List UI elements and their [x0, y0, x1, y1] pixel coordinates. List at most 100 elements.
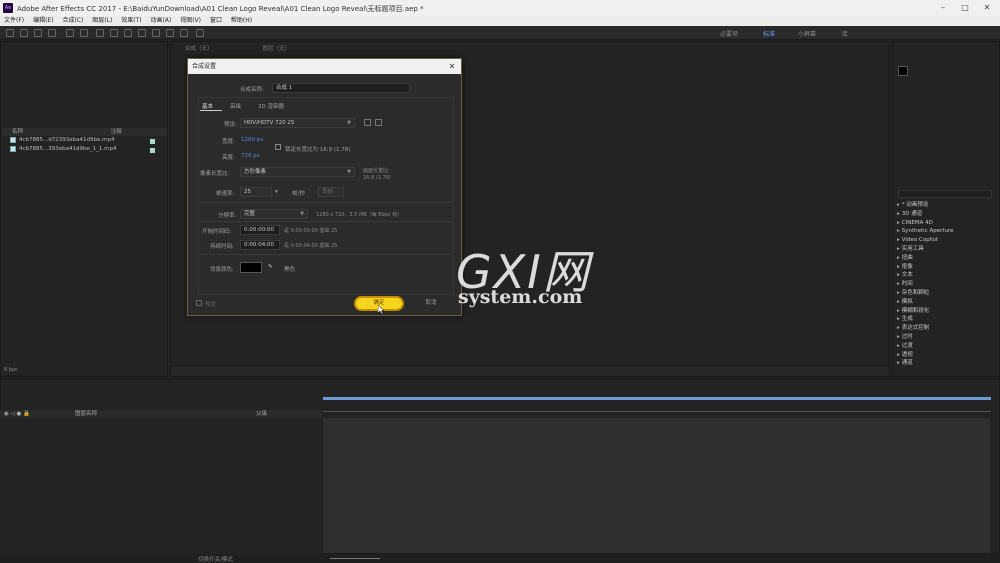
menu-bar: 文件(F) 编辑(E) 合成(C) 图层(L) 效果(T) 动画(A) 视图(V…	[0, 16, 1000, 26]
cancel-button[interactable]: 取消	[414, 298, 448, 309]
delete-preset-icon[interactable]	[375, 119, 382, 126]
fps-menu-chevron[interactable]: ▾	[275, 189, 278, 195]
menu-edit[interactable]: 编辑(E)	[33, 16, 53, 26]
column-layer-name[interactable]: 图层名称	[75, 410, 97, 418]
effect-category[interactable]: ▸ 扭曲	[893, 254, 999, 263]
fps-dropdown[interactable]: 25	[240, 187, 272, 197]
selection-tool-icon[interactable]	[20, 29, 28, 37]
type-tool-icon[interactable]	[138, 29, 146, 37]
effect-category[interactable]: ▸ 抠像	[893, 263, 999, 272]
work-area-bar[interactable]	[323, 397, 991, 400]
maximize-icon[interactable]: □	[957, 2, 973, 14]
resolution-info: 1280 x 720，3.5 MB（每 8bpc 帧）	[316, 212, 403, 218]
effect-category[interactable]: ▸ 透视	[893, 351, 999, 360]
rotate-tool-icon[interactable]	[66, 29, 74, 37]
close-icon[interactable]: ✕	[979, 2, 995, 14]
workspace-small-screen[interactable]: 小屏幕	[798, 29, 816, 38]
effect-category[interactable]: ▸ Synthetic Aperture	[893, 227, 999, 236]
tab-basic[interactable]: 基本	[202, 102, 213, 110]
eyedropper-icon[interactable]: ✎	[268, 264, 273, 270]
width-value[interactable]: 1280 px	[241, 137, 264, 143]
time-ruler[interactable]	[323, 407, 991, 412]
height-value[interactable]: 720 px	[241, 153, 260, 159]
menu-composition[interactable]: 合成(C)	[62, 16, 83, 26]
pan-behind-tool-icon[interactable]	[96, 29, 104, 37]
effect-category[interactable]: ▸ 过渡	[893, 342, 999, 351]
lock-aspect-checkbox[interactable]	[275, 144, 281, 150]
workspace-essentials[interactable]: 必要项	[720, 29, 738, 38]
zoom-tool-icon[interactable]	[48, 29, 56, 37]
clone-tool-icon[interactable]	[166, 29, 174, 37]
project-bpc-label[interactable]: 8 bpc	[4, 367, 18, 373]
zoom-slider[interactable]	[330, 558, 380, 559]
label-color-swatch[interactable]	[150, 148, 155, 153]
resolution-dropdown[interactable]: 完整 ▼	[240, 209, 308, 219]
preview-checkbox[interactable]	[196, 300, 202, 306]
save-preset-icon[interactable]	[364, 119, 371, 126]
effect-category[interactable]: ▸ 生成	[893, 315, 999, 324]
effect-category[interactable]: ▸ 杂色和颗粒	[893, 289, 999, 298]
pixel-aspect-label: 像素长宽比:	[200, 171, 230, 177]
effect-category[interactable]: ▸ 时间	[893, 280, 999, 289]
column-name[interactable]: 名称	[12, 129, 23, 135]
effect-category[interactable]: ▸ 模糊和锐化	[893, 307, 999, 316]
effect-category[interactable]: ▸ 过时	[893, 333, 999, 342]
lock-aspect-label: 锁定长宽比为 16:9 (1.78)	[285, 147, 351, 153]
close-icon[interactable]: ✕	[447, 59, 457, 74]
project-item[interactable]: 4cb7885...393eba41d9be_1_1.mp4	[2, 145, 167, 154]
puppet-tool-icon[interactable]	[196, 29, 204, 37]
tab-3d-renderer[interactable]: 3D 渲染器	[258, 102, 284, 110]
comp-name-input[interactable]: 合成 1	[272, 83, 410, 93]
duration-label: 持续时间:	[210, 244, 234, 250]
effect-category[interactable]: ▸ 表达式控制	[893, 324, 999, 333]
brush-tool-icon[interactable]	[152, 29, 160, 37]
toggle-switches-modes[interactable]: 切换开关/模式	[198, 555, 233, 563]
column-comment[interactable]: 注释	[111, 129, 122, 135]
column-parent[interactable]: 父级	[256, 410, 267, 418]
effect-category[interactable]: ▸ 实用工具	[893, 245, 999, 254]
mask-tool-icon[interactable]	[110, 29, 118, 37]
pixel-aspect-dropdown[interactable]: 方形像素 ▼	[240, 167, 355, 177]
menu-window[interactable]: 窗口	[210, 16, 222, 26]
hand-tool-icon[interactable]	[34, 29, 42, 37]
workspace-standard[interactable]: 标准	[763, 29, 775, 38]
effect-category[interactable]: ▸ * 动画预设	[893, 201, 999, 210]
label-color-swatch[interactable]	[150, 139, 155, 144]
project-item[interactable]: 4cb7885...d72393eba41d9be.mp4	[2, 136, 167, 145]
duration-note: 是 0:00:04:00 基础 25	[284, 243, 338, 249]
duration-input[interactable]: 0:00:04:00	[240, 240, 280, 250]
effect-category[interactable]: ▸ CINEMA 4D	[893, 219, 999, 228]
menu-help[interactable]: 帮助(H)	[231, 16, 252, 26]
tab-composition[interactable]: 合成（无）	[185, 44, 213, 52]
menu-file[interactable]: 文件(F)	[4, 16, 24, 26]
effect-category[interactable]: ▸ Video Copilot	[893, 236, 999, 245]
bg-color-swatch[interactable]	[240, 262, 262, 273]
minimize-icon[interactable]: –	[935, 2, 951, 14]
menu-layer[interactable]: 图层(L)	[92, 16, 112, 26]
height-label: 高度:	[222, 155, 235, 161]
home-tool-icon[interactable]	[6, 29, 14, 37]
pen-tool-icon[interactable]	[124, 29, 132, 37]
effect-category[interactable]: ▸ 模拟	[893, 298, 999, 307]
menu-animation[interactable]: 动画(A)	[151, 16, 172, 26]
camera-tool-icon[interactable]	[80, 29, 88, 37]
eraser-tool-icon[interactable]	[180, 29, 188, 37]
effect-category[interactable]: ▸ 通道	[893, 359, 999, 368]
tab-layer[interactable]: 图层（无）	[262, 44, 290, 52]
comp-name-label: 合成名称:	[240, 87, 264, 93]
mouse-cursor-icon	[377, 304, 385, 315]
start-timecode-input[interactable]: 0:00:00:00	[240, 225, 280, 235]
menu-view[interactable]: 视图(V)	[180, 16, 201, 26]
timeline-layers-area	[0, 418, 322, 554]
preset-dropdown[interactable]: HDV/HDTV 720 25 ▼	[240, 118, 355, 128]
effect-category[interactable]: ▸ 3D 通道	[893, 210, 999, 219]
menu-effect[interactable]: 效果(T)	[121, 16, 141, 26]
footage-icon	[10, 145, 16, 152]
workspace-library[interactable]: 库	[842, 29, 848, 38]
tab-advanced[interactable]: 高级	[230, 102, 241, 110]
timeline-layer-header: ◉ ◁ ● 🔒 图层名称 父级	[0, 410, 322, 418]
effects-search-input[interactable]	[898, 190, 992, 198]
drop-frame-dropdown[interactable]: 丢帧	[318, 187, 344, 197]
footage-icon	[10, 136, 16, 143]
effect-category[interactable]: ▸ 文本	[893, 271, 999, 280]
